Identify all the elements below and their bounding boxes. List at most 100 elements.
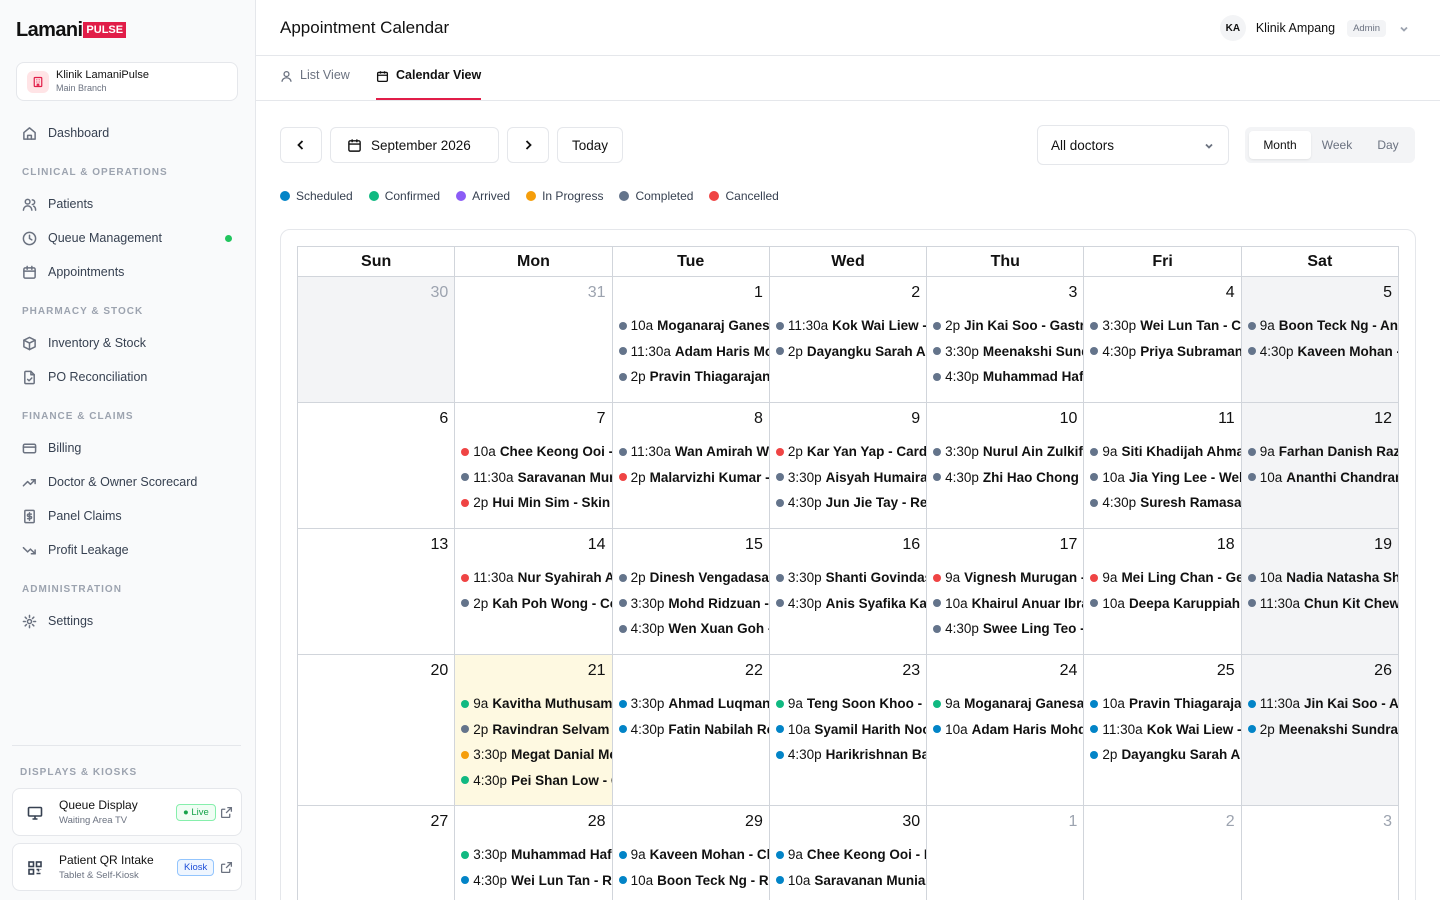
appointment-event[interactable]: 4:30pPriya Subramaniam - Consultation: [1090, 339, 1241, 365]
brand-logo[interactable]: Lamani PULSE: [16, 19, 127, 41]
appointment-event[interactable]: 11:30aNur Syahirah Aziz - Review: [461, 565, 612, 591]
month-picker-button[interactable]: September 2026: [330, 127, 499, 163]
appointment-event[interactable]: 4:30pAnis Syafika Kamal - Follow-up: [775, 591, 926, 617]
sidebar-item-appointments[interactable]: Appointments: [16, 259, 240, 285]
day-cell[interactable]: 22 3:30pAhmad Luqman Hakim - Consultation…: [612, 655, 770, 806]
day-cell[interactable]: 6: [298, 403, 456, 529]
appointment-event[interactable]: 3:30pNurul Ain Zulkifli - Consultation: [933, 439, 1083, 465]
day-cell[interactable]: 1910aNadia Natasha Shah - Review11:30aCh…: [1241, 529, 1399, 655]
external-link-icon[interactable]: [220, 806, 233, 819]
queue-display-card[interactable]: Queue Display Waiting Area TV ● Live: [12, 788, 242, 836]
appointment-event[interactable]: 4:30pWen Xuan Goh - Review: [618, 616, 769, 642]
appointment-event[interactable]: 4:30pSuresh Ramasamy - Review: [1090, 490, 1241, 516]
appointment-event[interactable]: 10aNadia Natasha Shah - Review: [1247, 565, 1398, 591]
appointment-event[interactable]: 9aSiti Khadijah Ahmad - Check-up: [1090, 439, 1241, 465]
appointment-event[interactable]: 3:30pMohd Ridzuan - Check-up: [618, 591, 769, 617]
appointment-event[interactable]: 4:30pHarikrishnan Balan - Consultation: [775, 742, 926, 768]
appointment-event[interactable]: 10aChee Keong Ooi - Consultation: [461, 439, 612, 465]
appointment-event[interactable]: 3:30pAisyah Humaira - Follow-up: [775, 465, 926, 491]
appointment-event[interactable]: 4:30pKaveen Mohan - Review: [1247, 339, 1398, 365]
tab-list-view[interactable]: List View: [280, 68, 350, 100]
day-cell[interactable]: 219aKavitha Muthusamy - Consultation2pRa…: [455, 655, 613, 806]
view-week-button[interactable]: Week: [1311, 131, 1363, 159]
appointment-event[interactable]: 11:30aChun Kit Chew - Consultation: [1247, 591, 1398, 617]
appointment-event[interactable]: 10aSaravanan Muniandy - Consultation: [775, 868, 926, 894]
day-cell[interactable]: 16 3:30pShanti Govindasamy - Consultation…: [769, 529, 928, 655]
day-cell[interactable]: 710aChee Keong Ooi - Consultation11:30aS…: [455, 403, 613, 529]
appointment-event[interactable]: 9aVignesh Murugan - Review: [933, 565, 1083, 591]
appointment-event[interactable]: 11:30aKok Wai Liew - Review: [775, 313, 926, 339]
appointment-event[interactable]: 11:30aJin Kai Soo - Annual Check-up: [1247, 691, 1398, 717]
appointment-event[interactable]: 9aBoon Teck Ng - Annual Check-up: [1247, 313, 1398, 339]
day-cell[interactable]: 129aFarhan Danish Razak - Consultation10…: [1241, 403, 1399, 529]
sidebar-item-dashboard[interactable]: Dashboard: [16, 120, 240, 146]
view-month-button[interactable]: Month: [1249, 131, 1311, 159]
appointment-event[interactable]: 10aPravin Thiagarajan - Consultation: [1090, 691, 1241, 717]
appointment-event[interactable]: 2pPravin Thiagarajan - Vaccination: [618, 364, 769, 390]
appointment-event[interactable]: 4:30pFatin Nabilah Rosli - Follow-up: [618, 717, 769, 743]
view-day-button[interactable]: Day: [1363, 131, 1413, 159]
day-cell[interactable]: 13: [298, 529, 456, 655]
appointment-event[interactable]: 10aAnanthi Chandran - Follow-up: [1247, 465, 1398, 491]
day-cell[interactable]: 1411:30aNur Syahirah Aziz - Review2pKah …: [455, 529, 613, 655]
appointment-event[interactable]: 11:30aSaravanan Muniandy - Follow-up: [461, 465, 612, 491]
day-cell[interactable]: 1 10aMoganaraj Ganesan - General Consulta…: [612, 277, 770, 403]
appointment-event[interactable]: 10aJia Ying Lee - Wellness: [1090, 465, 1241, 491]
sidebar-item-panel-claims[interactable]: Panel Claims: [16, 503, 240, 529]
appointment-event[interactable]: 10aSyamil Harith Noor - Check-up: [775, 717, 926, 743]
sidebar-item-profit-leakage[interactable]: Profit Leakage: [16, 537, 240, 563]
appointment-event[interactable]: 10aKhairul Anuar Ibrahim - Check-up: [933, 591, 1083, 617]
sidebar-item-po-reconciliation[interactable]: PO Reconciliation: [16, 364, 240, 390]
day-cell[interactable]: 309aChee Keong Ooi - Follow-up10aSaravan…: [770, 806, 928, 900]
user-menu[interactable]: KA Klinik Ampang Admin: [1219, 15, 1410, 41]
appointment-event[interactable]: 11:30aAdam Haris Mohd - Follow-up: [618, 339, 769, 365]
day-cell[interactable]: 30: [298, 277, 456, 403]
day-cell[interactable]: 2510aPravin Thiagarajan - Consultation11…: [1084, 655, 1242, 806]
day-cell[interactable]: 239aTeng Soon Khoo - Review10aSyamil Har…: [769, 655, 928, 806]
appointment-event[interactable]: 9aChee Keong Ooi - Follow-up: [775, 842, 926, 868]
day-cell[interactable]: 211:30aKok Wai Liew - Review2pDayangku S…: [769, 277, 928, 403]
appointment-event[interactable]: 4:30pMuhammad Hafiz - Review: [933, 364, 1083, 390]
appointment-event[interactable]: 4:30pZhi Hao Chong - Follow-up: [933, 465, 1083, 491]
tab-calendar-view[interactable]: Calendar View: [376, 68, 481, 100]
appointment-event[interactable]: 4:30pPei Shan Low - Check-up: [461, 768, 612, 794]
appointment-event[interactable]: 2pKah Poh Wong - Consultation: [461, 591, 612, 617]
prev-month-button[interactable]: [280, 127, 322, 163]
day-cell[interactable]: 32pJin Kai Soo - Gastritis3:30pMeenakshi…: [927, 277, 1085, 403]
day-cell[interactable]: 20: [298, 655, 456, 806]
appointment-event[interactable]: 2pKar Yan Yap - Cardiology: [775, 439, 926, 465]
day-cell[interactable]: 59aBoon Teck Ng - Annual Check-up4:30pKa…: [1241, 277, 1399, 403]
appointment-event[interactable]: 10aBoon Teck Ng - Review: [618, 868, 769, 894]
day-cell[interactable]: 283:30pMuhammad Hafiz - Consultation4:30…: [455, 806, 613, 900]
day-cell[interactable]: 31: [455, 277, 613, 403]
sidebar-item-inventory[interactable]: Inventory & Stock: [16, 330, 240, 356]
day-cell[interactable]: 43:30pWei Lun Tan - Check-up4:30pPriya S…: [1084, 277, 1242, 403]
appointment-event[interactable]: 3:30pMegat Danial Megat - Review: [461, 742, 612, 768]
appointment-event[interactable]: 2pMeenakshi Sundram - Consultation: [1247, 717, 1398, 743]
day-cell[interactable]: 92pKar Yan Yap - Cardiology3:30pAisyah H…: [769, 403, 928, 529]
appointment-event[interactable]: 2pHui Min Sim - Skin Rash: [461, 490, 612, 516]
sidebar-item-billing[interactable]: Billing: [16, 435, 240, 461]
appointment-event[interactable]: 9aTeng Soon Khoo - Review: [775, 691, 926, 717]
appointment-event[interactable]: 9aKaveen Mohan - Check-up: [618, 842, 769, 868]
appointment-event[interactable]: 10aAdam Haris Mohd - Review: [933, 717, 1083, 743]
appointment-event[interactable]: 3:30pWei Lun Tan - Check-up: [1090, 313, 1241, 339]
appointment-event[interactable]: 4:30pJun Jie Tay - Review: [775, 490, 926, 516]
appointment-event[interactable]: 9aMei Ling Chan - General: [1090, 565, 1241, 591]
appointment-event[interactable]: 10aDeepa Karuppiah - Follow-up: [1090, 591, 1241, 617]
day-cell[interactable]: 10 3:30pNurul Ain Zulkifli - Consultation…: [927, 403, 1085, 529]
day-cell[interactable]: 1: [927, 806, 1085, 900]
appointment-event[interactable]: 3:30pAhmad Luqman Hakim - Consultation: [618, 691, 769, 717]
day-cell[interactable]: 179aVignesh Murugan - Review10aKhairul A…: [927, 529, 1085, 655]
day-cell[interactable]: 189aMei Ling Chan - General10aDeepa Karu…: [1084, 529, 1242, 655]
day-cell[interactable]: 119aSiti Khadijah Ahmad - Check-up10aJia…: [1084, 403, 1242, 529]
appointment-event[interactable]: 3:30pMeenakshi Sundram - Follow-up: [933, 339, 1083, 365]
appointment-event[interactable]: 9aKavitha Muthusamy - Consultation: [461, 691, 612, 717]
day-cell[interactable]: 249aMoganaraj Ganesan - Follow-up10aAdam…: [927, 655, 1085, 806]
day-cell[interactable]: 2611:30aJin Kai Soo - Annual Check-up2pM…: [1241, 655, 1399, 806]
external-link-icon[interactable]: [220, 861, 233, 874]
appointment-event[interactable]: 3:30pMuhammad Hafiz - Consultation: [461, 842, 612, 868]
day-cell[interactable]: 2: [1084, 806, 1242, 900]
day-cell[interactable]: 299aKaveen Mohan - Check-up10aBoon Teck …: [613, 806, 770, 900]
next-month-button[interactable]: [507, 127, 549, 163]
